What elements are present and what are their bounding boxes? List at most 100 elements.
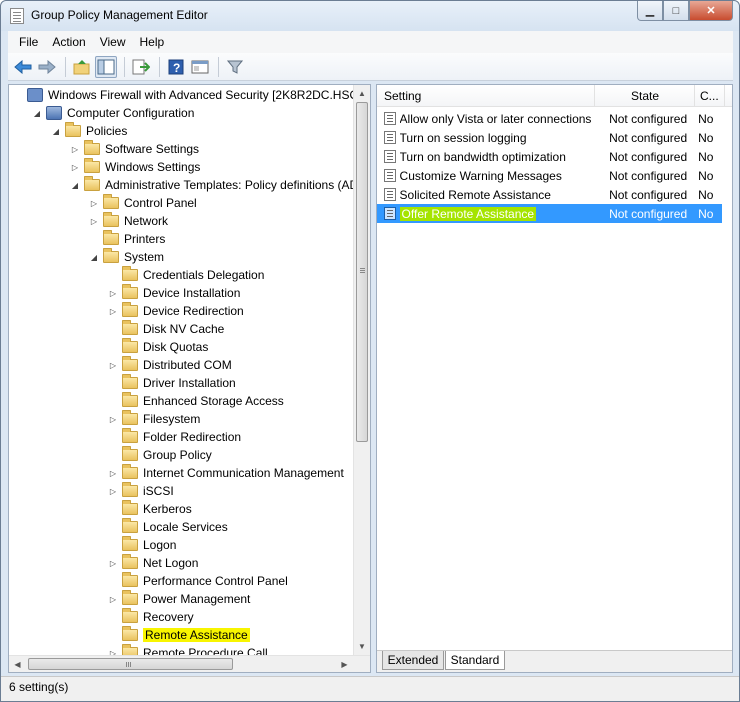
up-folder-icon[interactable] — [71, 56, 93, 78]
tree-item[interactable]: Folder Redirection — [108, 428, 241, 446]
tree-item-label: Disk Quotas — [143, 340, 209, 354]
expanded-arrow-icon[interactable]: ◢ — [70, 181, 80, 190]
window-title: Group Policy Management Editor — [31, 8, 208, 22]
scroll-left-arrow-icon[interactable]: ◀ — [9, 656, 26, 672]
tree-item[interactable]: Enhanced Storage Access — [108, 392, 284, 410]
collapsed-arrow-icon[interactable]: ▷ — [108, 487, 118, 496]
menu-help[interactable]: Help — [133, 35, 172, 49]
tree-item[interactable]: Printers — [89, 230, 165, 248]
close-button[interactable]: ✕ — [689, 1, 733, 21]
tab-extended[interactable]: Extended — [382, 651, 444, 670]
tree-item[interactable]: ▷ iSCSI — [108, 482, 174, 500]
tree-item-label: Distributed COM — [143, 358, 232, 372]
tree-item[interactable]: Logon — [108, 536, 176, 554]
main-window: Group Policy Management Editor ▁ □ ✕ Fil… — [0, 0, 740, 702]
list-item[interactable]: Allow only Vista or later connections Not… — [377, 109, 722, 128]
folder-icon — [103, 212, 119, 227]
tree-item[interactable]: ▷ Device Redirection — [108, 302, 244, 320]
tree-item[interactable]: ▷ Network — [89, 212, 168, 230]
menu-file[interactable]: File — [12, 35, 45, 49]
collapsed-arrow-icon[interactable]: ▷ — [108, 559, 118, 568]
minimize-button[interactable]: ▁ — [637, 1, 663, 21]
tree-item[interactable]: ▷ Control Panel — [89, 194, 197, 212]
tree-item[interactable]: ▷ Distributed COM — [108, 356, 232, 374]
tree-item[interactable]: ▷ Power Management — [108, 590, 250, 608]
scroll-up-arrow-icon[interactable]: ▲ — [354, 85, 370, 102]
tree-item[interactable]: ◢ Administrative Templates: Policy defini… — [70, 176, 354, 194]
setting-name-text: Turn on bandwidth optimization — [399, 149, 566, 164]
tree-item[interactable]: ◢ System — [89, 248, 164, 266]
scroll-thumb[interactable] — [356, 102, 368, 442]
tree-item[interactable]: Credentials Delegation — [108, 266, 264, 284]
tree-horizontal-scrollbar[interactable]: ◀ ▶ — [9, 655, 370, 672]
collapsed-arrow-icon[interactable]: ▷ — [108, 595, 118, 604]
collapsed-arrow-icon[interactable]: ▷ — [108, 361, 118, 370]
tree-item[interactable]: Recovery — [108, 608, 194, 626]
forward-arrow-icon[interactable] — [36, 56, 58, 78]
folder-icon — [122, 266, 138, 281]
collapsed-arrow-icon[interactable]: ▷ — [89, 217, 99, 226]
menu-view[interactable]: View — [93, 35, 133, 49]
expanded-arrow-icon[interactable]: ◢ — [89, 253, 99, 262]
setting-state: Not configured — [609, 149, 688, 164]
tree-vertical-scrollbar[interactable]: ▲ ▼ — [353, 85, 370, 655]
tree-item[interactable]: Performance Control Panel — [108, 572, 288, 590]
tab-standard[interactable]: Standard — [445, 651, 505, 670]
collapsed-arrow-icon[interactable]: ▷ — [108, 415, 118, 424]
show-hide-tree-icon[interactable] — [95, 55, 117, 78]
back-arrow-icon[interactable] — [12, 56, 34, 78]
collapsed-arrow-icon[interactable]: ▷ — [70, 145, 80, 154]
tree-item[interactable]: ▷ Device Installation — [108, 284, 240, 302]
list-item[interactable]: Turn on session logging Not configured No — [377, 128, 722, 147]
tree-item[interactable]: Windows Firewall with Advanced Security … — [13, 86, 354, 104]
tree-item[interactable]: Kerberos — [108, 500, 192, 518]
scroll-down-arrow-icon[interactable]: ▼ — [354, 638, 370, 655]
tree-item[interactable]: ▷ Windows Settings — [70, 158, 200, 176]
tree-item[interactable]: Disk NV Cache — [108, 320, 224, 338]
tree-item-label: iSCSI — [143, 484, 174, 498]
tree-item[interactable]: Group Policy — [108, 446, 212, 464]
console-tree-pane: Windows Firewall with Advanced Security … — [8, 84, 371, 673]
tree-item[interactable]: Driver Installation — [108, 374, 236, 392]
collapsed-arrow-icon[interactable]: ▷ — [108, 289, 118, 298]
maximize-button[interactable]: □ — [663, 1, 689, 21]
tree-item[interactable]: ▷ Internet Communication Management — [108, 464, 344, 482]
tree-item[interactable]: ▷ Software Settings — [70, 140, 199, 158]
toolbar-separator — [159, 56, 160, 77]
list-item[interactable]: Solicited Remote Assistance Not configure… — [377, 185, 722, 204]
list-item[interactable]: Turn on bandwidth optimization Not config… — [377, 147, 722, 166]
tree-item[interactable]: ▷ Net Logon — [108, 554, 198, 572]
properties-view-icon[interactable] — [189, 56, 211, 78]
policy-setting-icon — [384, 112, 396, 125]
tree-item[interactable]: Locale Services — [108, 518, 228, 536]
list-item[interactable]: Offer Remote Assistance Not configured No — [377, 204, 722, 223]
collapsed-arrow-icon[interactable]: ▷ — [108, 307, 118, 316]
column-header-comment[interactable]: C... — [695, 85, 725, 107]
collapsed-arrow-icon[interactable]: ▷ — [89, 199, 99, 208]
scroll-right-arrow-icon[interactable]: ▶ — [336, 656, 353, 672]
folder-icon — [84, 176, 100, 191]
tree-item[interactable]: ▷ Filesystem — [108, 410, 200, 428]
column-header-setting[interactable]: Setting — [377, 85, 595, 107]
menu-action[interactable]: Action — [45, 35, 92, 49]
list-item[interactable]: Customize Warning Messages Not configured… — [377, 166, 722, 185]
collapsed-arrow-icon[interactable]: ▷ — [108, 469, 118, 478]
expanded-arrow-icon[interactable]: ◢ — [51, 127, 61, 136]
title-bar[interactable]: Group Policy Management Editor ▁ □ ✕ — [1, 1, 739, 31]
setting-name-text: Offer Remote Assistance — [399, 206, 537, 221]
filter-icon[interactable] — [224, 56, 246, 78]
tree-item[interactable]: ▷ Remote Procedure Call — [108, 644, 268, 655]
tree-item[interactable]: Disk Quotas — [108, 338, 208, 356]
column-header-state[interactable]: State — [595, 85, 695, 107]
policy-setting-icon — [384, 131, 396, 144]
collapsed-arrow-icon[interactable]: ▷ — [70, 163, 80, 172]
folder-icon — [122, 482, 138, 497]
tree-item[interactable]: Remote Assistance — [108, 626, 250, 644]
expanded-arrow-icon[interactable]: ◢ — [32, 109, 42, 118]
scroll-thumb[interactable] — [28, 658, 233, 670]
tree-item[interactable]: ◢ Policies — [51, 122, 127, 140]
help-icon[interactable]: ? — [165, 56, 187, 78]
export-list-icon[interactable] — [130, 56, 152, 78]
tree-item[interactable]: ◢ Computer Configuration — [32, 104, 194, 122]
folder-icon — [122, 356, 138, 371]
